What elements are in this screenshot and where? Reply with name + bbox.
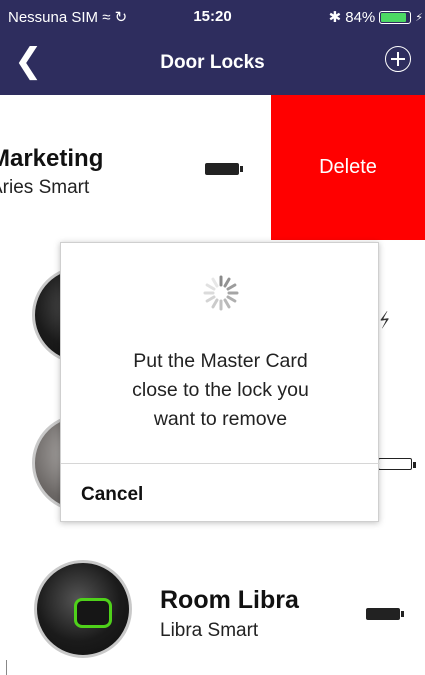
- activity-spinner-icon: [203, 275, 239, 311]
- bluetooth-icon: ✱: [328, 9, 342, 26]
- lock-avatar: [34, 560, 132, 658]
- remove-lock-dialog: Put the Master Card close to the lock you…: [60, 242, 380, 522]
- status-right: ✱ 84% ⚡: [328, 8, 423, 27]
- charging-bolt-icon: ⚡: [415, 11, 423, 24]
- cancel-button[interactable]: Cancel: [81, 484, 143, 506]
- status-bar: Nessuna SIM ≈ ↻ 15:20 ✱ 84% ⚡: [0, 0, 425, 34]
- battery-full-icon: [205, 163, 243, 175]
- nav-bar: ❮ Door Locks: [0, 34, 425, 95]
- battery-icon: [379, 10, 412, 24]
- lock-model: Libra Smart: [160, 620, 259, 641]
- list-item[interactable]: Room Libra Libra Smart: [0, 540, 425, 675]
- lock-name: Room Libra: [160, 586, 299, 614]
- plus-circle-icon[interactable]: [385, 46, 411, 72]
- delete-button[interactable]: Delete: [271, 95, 425, 240]
- divider: [6, 660, 7, 675]
- lock-cylinder-image: [74, 598, 112, 628]
- battery-full-icon: [366, 608, 404, 620]
- top-bar: Nessuna SIM ≈ ↻ 15:20 ✱ 84% ⚡ ❮ Door Loc…: [0, 0, 425, 95]
- lock-model: Aries Smart: [0, 177, 90, 198]
- page-title: Door Locks: [160, 52, 265, 73]
- battery-low-icon: [378, 458, 416, 470]
- dialog-divider: [61, 463, 380, 464]
- list-item[interactable]: Marketing Aries Smart Delete: [0, 95, 425, 241]
- lock-name: Marketing: [0, 145, 104, 172]
- battery-percent: 84%: [345, 8, 376, 26]
- dialog-message: Put the Master Card close to the lock you…: [132, 350, 309, 430]
